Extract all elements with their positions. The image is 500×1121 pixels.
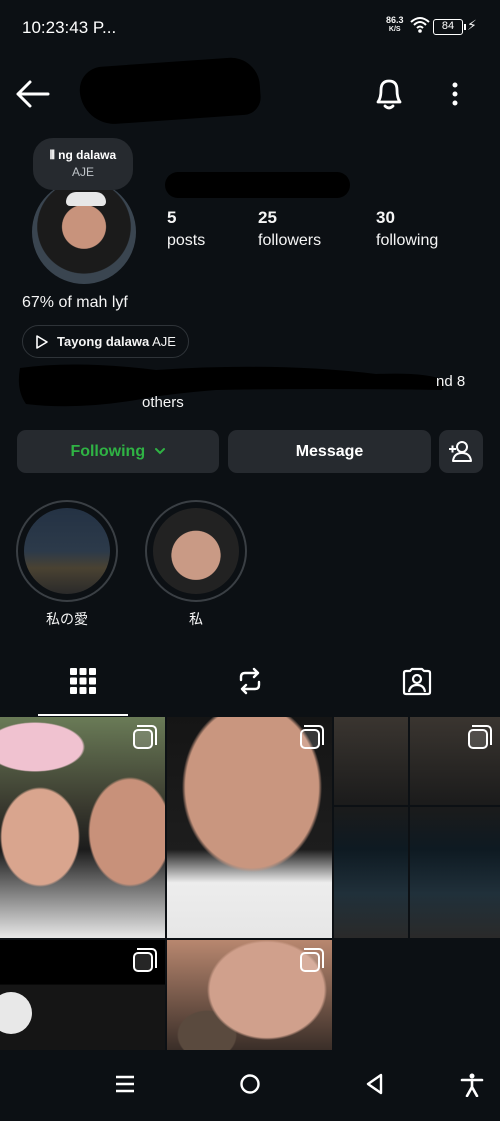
highlight-cover [24,508,110,594]
status-time: 10:23:43 P... [22,18,117,37]
home-icon[interactable] [239,1073,261,1095]
carousel-icon [300,948,324,972]
following-button[interactable]: Following [17,430,219,473]
active-tab-indicator [38,714,128,716]
username-redaction [78,55,262,127]
network-speed: 86.3 K/S [386,15,404,34]
add-user-icon [449,441,472,462]
tab-tagged[interactable] [372,660,462,716]
post-image [167,717,332,938]
highlight-caption: 私の愛 [46,611,88,627]
highlight-ring [145,500,247,602]
play-icon [36,335,48,349]
music-title: Tayong dalawa [57,334,150,349]
post-thumbnail[interactable] [0,717,165,938]
wifi-icon [410,17,430,33]
posts-label: posts [167,232,206,249]
bell-icon[interactable] [372,76,406,112]
carousel-icon [133,725,157,749]
profile-tabs [0,660,500,716]
tab-reposts[interactable] [205,660,295,716]
followers-label: followers [258,232,322,249]
highlight-item[interactable]: 私の愛 [16,500,118,629]
display-name-redaction [165,172,350,198]
following-number: 30 [376,208,395,227]
post-thumbnail[interactable] [167,940,332,1050]
post-image [0,717,165,938]
posts-number: 5 [167,208,177,227]
status-bar: 10:23:43 P... 86.3 K/S 84 ⚡ [0,0,500,56]
followers-number: 25 [258,208,277,227]
post-thumbnail[interactable] [0,940,165,1050]
following-label: following [376,232,439,249]
note-music-icon: ⫴ [49,148,59,162]
followed-by-redaction [18,364,444,407]
back-arrow-icon[interactable] [14,78,50,110]
carousel-icon [300,725,324,749]
suggest-users-button[interactable] [439,430,483,473]
battery-icon: 84 [433,19,466,35]
recent-apps-icon[interactable] [114,1073,136,1095]
post-thumbnail[interactable] [334,717,500,938]
message-button[interactable]: Message [228,430,431,473]
chevron-down-icon [154,448,165,455]
followed-by-text[interactable]: nd 8 [436,373,465,390]
profile-header [0,55,500,130]
highlight-item[interactable]: 私 [145,500,247,629]
highlight-ring [16,500,118,602]
repost-icon [239,667,261,695]
following-label: Following [70,443,146,460]
note-line1: ⫴ ng dalawa [49,148,117,162]
profile-note[interactable]: ⫴ ng dalawa AJE [33,138,133,190]
system-nav-bar [0,1055,500,1121]
highlight-caption: 私 [189,611,203,627]
tagged-person-icon [402,667,432,696]
charging-icon: ⚡ [467,17,477,33]
note-line2: AJE [71,165,94,179]
back-nav-icon[interactable] [364,1073,386,1095]
post-thumbnail[interactable] [167,717,332,938]
more-options-icon[interactable] [444,78,466,110]
music-artist: AJE [152,334,176,349]
following-count[interactable]: 30 following [376,208,438,250]
posts-count[interactable]: 5 posts [167,208,205,250]
post-image [334,717,500,938]
grid-icon [70,668,96,694]
carousel-icon [133,948,157,972]
profile-bio: 67% of mah lyf [22,294,128,311]
profile-avatar[interactable] [32,180,136,284]
accessibility-icon[interactable] [460,1073,484,1097]
tab-posts-grid[interactable] [38,660,128,716]
speed-unit: K/S [388,26,401,33]
highlight-cover [153,508,239,594]
carousel-icon [468,725,492,749]
profile-music-chip[interactable]: Tayong dalawa AJE [22,325,189,358]
followed-by-others[interactable]: others [142,394,184,411]
followers-count[interactable]: 25 followers [258,208,321,250]
